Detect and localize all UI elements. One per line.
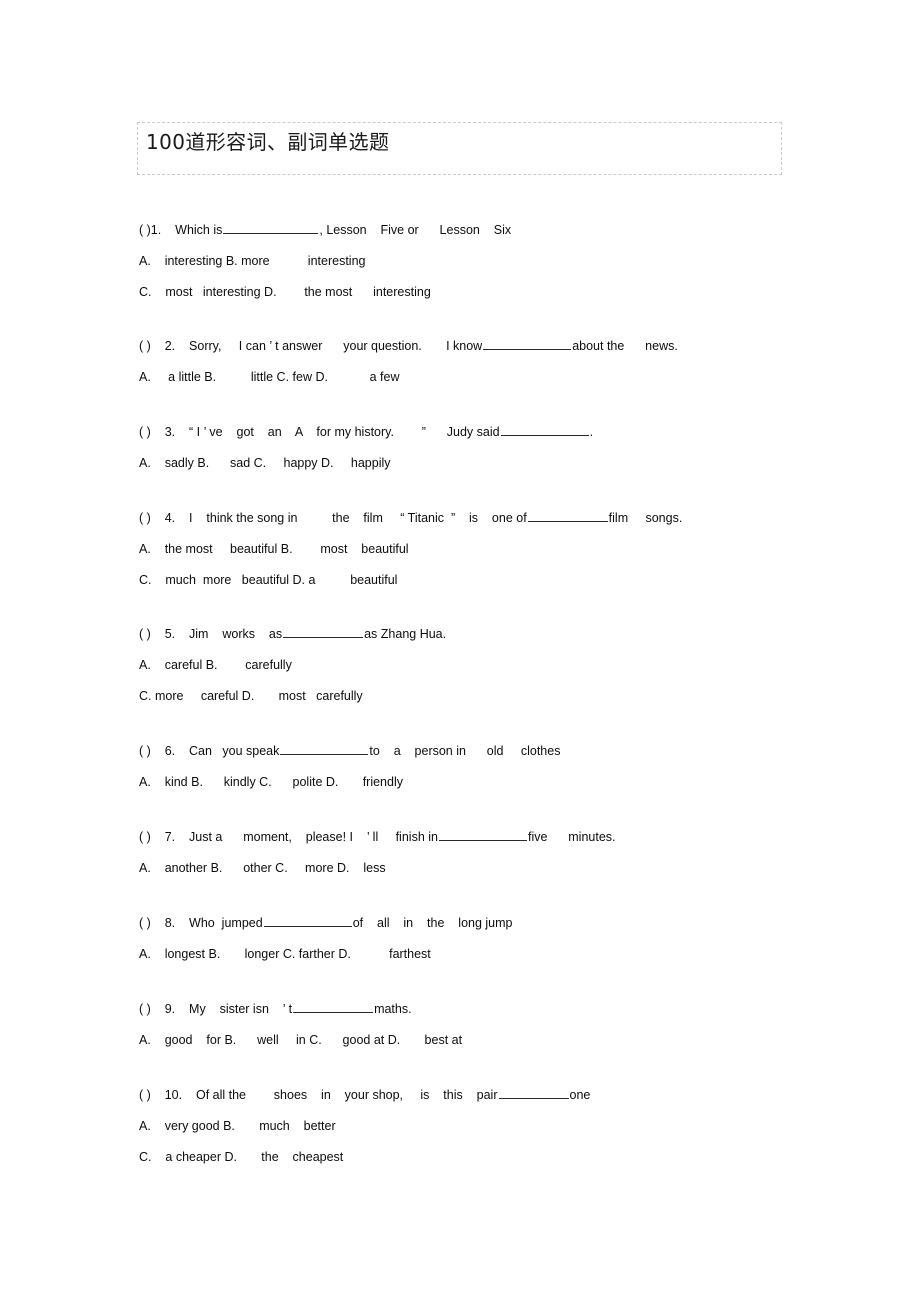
answer-bracket[interactable]: ( ) 6. — [139, 743, 175, 759]
stem-text-before-blank: Who jumped — [189, 916, 263, 930]
answer-blank[interactable] — [263, 915, 352, 927]
answer-blank[interactable] — [283, 626, 364, 638]
stem-text-after-blank: of all in the long jump — [352, 916, 513, 930]
option-text: A. very good B. much better — [139, 1119, 336, 1133]
question-option-line[interactable]: A. a little B. little C. few D. a few — [139, 369, 400, 385]
stem-text-before-blank: Just a moment, please! I ’ ll finish in — [189, 830, 438, 844]
question-option-line[interactable]: C. a cheaper D. the cheapest — [139, 1149, 343, 1165]
stem-text-after-blank: five minutes. — [527, 830, 616, 844]
stem-text-after-blank: to a person in old clothes — [369, 744, 561, 758]
question-option-line[interactable]: C. most interesting D. the most interest… — [139, 284, 431, 300]
stem-text-after-blank: , Lesson Five or Lesson Six — [319, 223, 512, 237]
answer-bracket[interactable]: ( ) 5. — [139, 626, 175, 642]
stem-text-before-blank: I think the song in the film “ Titanic ”… — [189, 511, 527, 525]
option-text: A. good for B. well in C. good at D. bes… — [139, 1033, 463, 1047]
option-text: A. a little B. little C. few D. a few — [139, 370, 400, 384]
question-option-line[interactable]: C. more careful D. most carefully — [139, 688, 363, 704]
answer-blank[interactable] — [280, 743, 369, 755]
answer-bracket[interactable]: ( ) 8. — [139, 915, 175, 931]
option-text: A. careful B. carefully — [139, 658, 292, 672]
stem-text-before-blank: “ I ’ ve got an A for my history. ” Judy… — [189, 425, 500, 439]
option-text: C. more careful D. most carefully — [139, 689, 363, 703]
question-stem: ( ) 2. Sorry, I can ’ t answer your ques… — [139, 338, 678, 354]
option-text: A. kind B. kindly C. polite D. friendly — [139, 775, 403, 789]
stem-text-before-blank: Can you speak — [189, 744, 280, 758]
answer-blank[interactable] — [293, 1001, 374, 1013]
stem-text-after-blank: one — [569, 1088, 591, 1102]
question-stem: ( ) 9. My sister isn ’ t maths. — [139, 1001, 412, 1017]
question-option-line[interactable]: A. the most beautiful B. most beautiful — [139, 541, 409, 557]
option-text: C. a cheaper D. the cheapest — [139, 1150, 344, 1164]
answer-bracket[interactable]: ( ) 3. — [139, 424, 175, 440]
question-stem: ( ) 10. Of all the shoes in your shop, i… — [139, 1087, 590, 1103]
question-stem: ( ) 8. Who jumped of all in the long jump — [139, 915, 513, 931]
stem-text-before-blank: Of all the shoes in your shop, is this p… — [195, 1088, 498, 1102]
stem-text-after-blank: . — [589, 425, 594, 439]
option-text: A. interesting B. more interesting — [139, 254, 366, 268]
answer-blank[interactable] — [498, 1087, 569, 1099]
option-text: C. most interesting D. the most interest… — [139, 285, 431, 299]
answer-bracket[interactable]: ( ) 9. — [139, 1001, 175, 1017]
answer-blank[interactable] — [438, 829, 527, 841]
question-stem: ( ) 6. Can you speak to a person in old c… — [139, 743, 560, 759]
stem-text-after-blank: film songs. — [608, 511, 683, 525]
stem-text-before-blank: Jim works as — [189, 627, 283, 641]
question-stem: ( ) 7. Just a moment, please! I ’ ll fin… — [139, 829, 616, 845]
stem-text-after-blank: maths. — [374, 1002, 412, 1016]
option-text: A. another B. other C. more D. less — [139, 861, 386, 875]
answer-blank[interactable] — [223, 222, 319, 234]
option-text: C. much more beautiful D. a beautiful — [139, 573, 398, 587]
stem-text-after-blank: as Zhang Hua. — [364, 627, 447, 641]
question-option-line[interactable]: A. careful B. carefully — [139, 657, 292, 673]
question-option-line[interactable]: A. another B. other C. more D. less — [139, 860, 386, 876]
question-stem: ( ) 3. “ I ’ ve got an A for my history.… — [139, 424, 593, 440]
question-option-line[interactable]: A. kind B. kindly C. polite D. friendly — [139, 774, 403, 790]
answer-blank[interactable] — [527, 510, 608, 522]
option-text: A. longest B. longer C. farther D. farth… — [139, 947, 431, 961]
option-text: A. the most beautiful B. most beautiful — [139, 542, 409, 556]
answer-bracket[interactable]: ( ) 7. — [139, 829, 175, 845]
answer-bracket[interactable]: ( ) 2. — [139, 338, 175, 354]
question-option-line[interactable]: C. much more beautiful D. a beautiful — [139, 572, 397, 588]
question-option-line[interactable]: A. sadly B. sad C. happy D. happily — [139, 455, 391, 471]
option-text: A. sadly B. sad C. happy D. happily — [139, 456, 391, 470]
question-option-line[interactable]: A. interesting B. more interesting — [139, 253, 365, 269]
question-stem: ( )1. Which is , Lesson Five or Lesson Si… — [139, 222, 511, 238]
question-stem: ( ) 5. Jim works as as Zhang Hua. — [139, 626, 446, 642]
answer-blank[interactable] — [483, 338, 572, 350]
answer-blank[interactable] — [500, 424, 589, 436]
stem-text-before-blank: Sorry, I can ’ t answer your question. I… — [189, 339, 483, 353]
stem-text-after-blank: about the news. — [572, 339, 678, 353]
answer-bracket[interactable]: ( ) 4. — [139, 510, 175, 526]
question-option-line[interactable]: A. longest B. longer C. farther D. farth… — [139, 946, 431, 962]
title-box: 100道形容词、副词单选题 — [137, 122, 782, 175]
stem-text-before-blank: Which is — [175, 223, 223, 237]
answer-bracket[interactable]: ( )1. — [139, 222, 161, 238]
stem-text-before-blank: My sister isn ’ t — [189, 1002, 293, 1016]
question-option-line[interactable]: A. very good B. much better — [139, 1118, 336, 1134]
document-page: 100道形容词、副词单选题 ( )1. Which is , Lesson Fiv… — [0, 0, 920, 1303]
answer-bracket[interactable]: ( ) 10. — [139, 1087, 182, 1103]
page-title: 100道形容词、副词单选题 — [146, 130, 390, 154]
question-option-line[interactable]: A. good for B. well in C. good at D. bes… — [139, 1032, 462, 1048]
question-stem: ( ) 4. I think the song in the film “ Ti… — [139, 510, 682, 526]
